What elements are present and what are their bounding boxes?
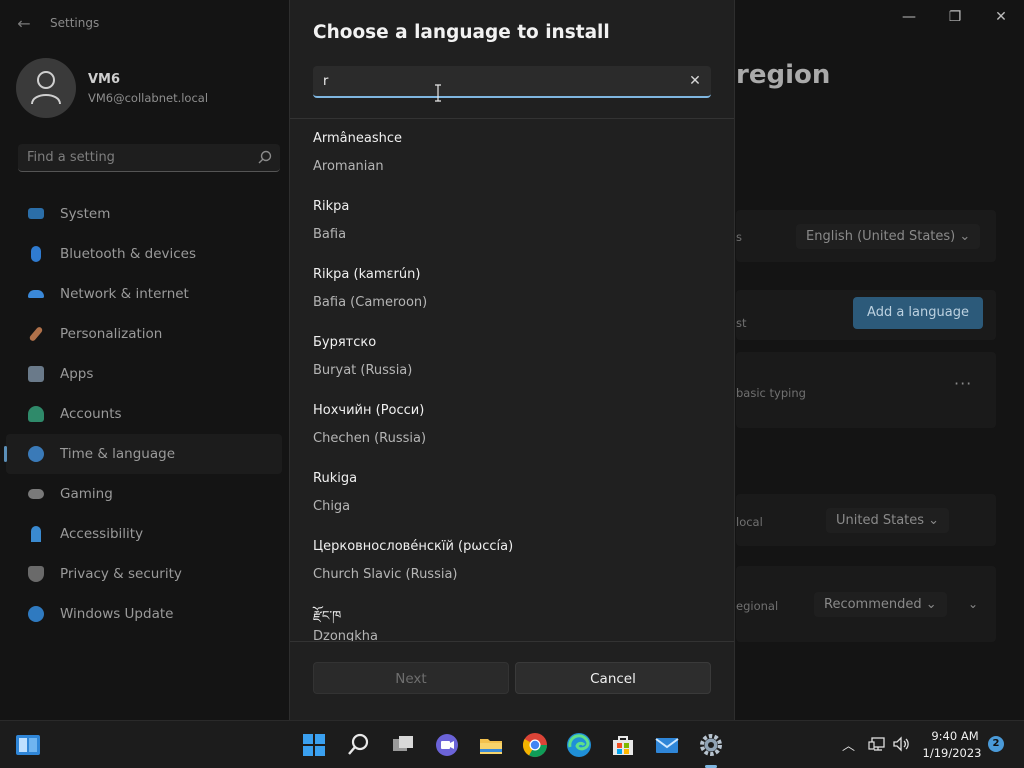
sidebar-item-privacy[interactable]: Privacy & security (0, 554, 288, 594)
clear-search-button[interactable]: ✕ (687, 73, 703, 89)
sidebar-item-personalization[interactable]: Personalization (0, 314, 288, 354)
gear-icon (700, 734, 722, 756)
list-item[interactable]: རྫོང་ཁ Dzongkha (290, 595, 734, 641)
update-icon (28, 606, 44, 622)
system-icon (28, 208, 44, 219)
widgets-icon[interactable] (14, 731, 42, 759)
sidebar-item-bluetooth[interactable]: Bluetooth & devices (0, 234, 288, 274)
chrome-icon[interactable] (521, 731, 549, 759)
more-options-icon[interactable]: ··· (954, 374, 972, 393)
settings-taskbar-item[interactable] (697, 731, 725, 768)
network-icon[interactable] (868, 736, 886, 752)
cancel-button[interactable]: Cancel (515, 662, 711, 694)
add-language-button[interactable]: Add a language (853, 297, 983, 329)
sidebar-item-time-language[interactable]: Time & language (4, 434, 282, 474)
sidebar-item-system[interactable]: System (0, 194, 288, 234)
search-placeholder: Find a setting (27, 150, 115, 165)
list-item[interactable]: Rikpa Bafia (290, 187, 734, 255)
sidebar-item-accounts[interactable]: Accounts (0, 394, 288, 434)
edge-icon[interactable] (565, 731, 593, 759)
app-title: Settings (50, 16, 100, 30)
avatar[interactable] (16, 58, 76, 118)
notification-badge[interactable]: 2 (988, 736, 1004, 752)
task-view-icon[interactable] (389, 731, 417, 759)
dialog-title: Choose a language to install (313, 22, 610, 43)
sidebar-item-network[interactable]: Network & internet (0, 274, 288, 314)
language-search-input[interactable] (313, 66, 673, 96)
text-cursor-icon (435, 84, 441, 102)
taskbar: ︿ 9:40 AM 1/19/2023 2 (0, 720, 1024, 768)
clock-date[interactable]: 1/19/2023 (922, 746, 982, 760)
wifi-icon (28, 290, 44, 298)
brush-icon (28, 325, 44, 343)
list-item[interactable]: Rukiga Chiga (290, 459, 734, 527)
page-title-fragment: region (736, 60, 831, 90)
apps-icon (28, 366, 44, 382)
list-item[interactable]: Нохчийн (Росси) Chechen (Russia) (290, 391, 734, 459)
display-language-dropdown[interactable]: English (United States) ⌄ (796, 224, 981, 249)
dialog-footer: Next Cancel (290, 642, 734, 720)
bluetooth-icon (31, 246, 41, 262)
user-name: VM6 (88, 72, 121, 87)
volume-icon[interactable] (892, 736, 910, 752)
clock-time[interactable]: 9:40 AM (930, 729, 980, 743)
globe-clock-icon (28, 446, 44, 462)
chevron-down-icon: ⌄ (959, 229, 971, 244)
regional-format-dropdown[interactable]: Recommended ⌄ (814, 592, 947, 617)
minimize-button[interactable]: — (894, 8, 924, 26)
expand-chevron-icon[interactable]: ⌄ (968, 597, 978, 611)
find-setting-search[interactable]: Find a setting (18, 144, 280, 172)
file-explorer-icon[interactable] (477, 731, 505, 759)
chevron-down-icon: ⌄ (925, 597, 937, 612)
sidebar-nav: System Bluetooth & devices Network & int… (0, 194, 288, 634)
shield-icon (28, 566, 44, 582)
chevron-down-icon: ⌄ (928, 513, 940, 528)
next-button[interactable]: Next (313, 662, 509, 694)
sidebar-item-gaming[interactable]: Gaming (0, 474, 288, 514)
maximize-button[interactable]: ❐ (940, 8, 970, 26)
mail-icon[interactable] (653, 731, 681, 759)
list-item[interactable]: Церковнослове́нскїй (рѡссі́а) Church Sla… (290, 527, 734, 595)
search-icon[interactable] (345, 731, 373, 759)
close-button[interactable]: ✕ (986, 8, 1016, 26)
language-list[interactable]: Armâneashce Aromanian Rikpa Bafia Rikpa … (290, 119, 734, 641)
country-dropdown[interactable]: United States ⌄ (826, 508, 950, 533)
user-email: VM6@collabnet.local (88, 91, 209, 105)
sidebar-item-accessibility[interactable]: Accessibility (0, 514, 288, 554)
language-search-box[interactable]: ✕ (313, 66, 711, 98)
list-item[interactable]: Armâneashce Aromanian (290, 119, 734, 187)
chevron-up-icon[interactable]: ︿ (842, 735, 855, 754)
sidebar-item-apps[interactable]: Apps (0, 354, 288, 394)
sidebar-item-windows-update[interactable]: Windows Update (0, 594, 288, 634)
accessibility-icon (31, 526, 41, 542)
windows-start-icon[interactable] (300, 731, 328, 759)
search-icon (258, 150, 272, 164)
choose-language-dialog: Choose a language to install ✕ Armâneash… (289, 0, 735, 720)
microsoft-store-icon[interactable] (609, 731, 637, 759)
controller-icon (28, 489, 44, 499)
back-arrow-icon[interactable]: ← (14, 14, 34, 34)
list-item[interactable]: Rikpa (kamɛrún) Bafia (Cameroon) (290, 255, 734, 323)
person-icon (28, 406, 44, 422)
list-item[interactable]: Бурятско Buryat (Russia) (290, 323, 734, 391)
sidebar: VM6 VM6@collabnet.local Find a setting S… (0, 48, 288, 720)
teams-chat-icon[interactable] (433, 731, 461, 759)
user-icon (31, 71, 61, 105)
